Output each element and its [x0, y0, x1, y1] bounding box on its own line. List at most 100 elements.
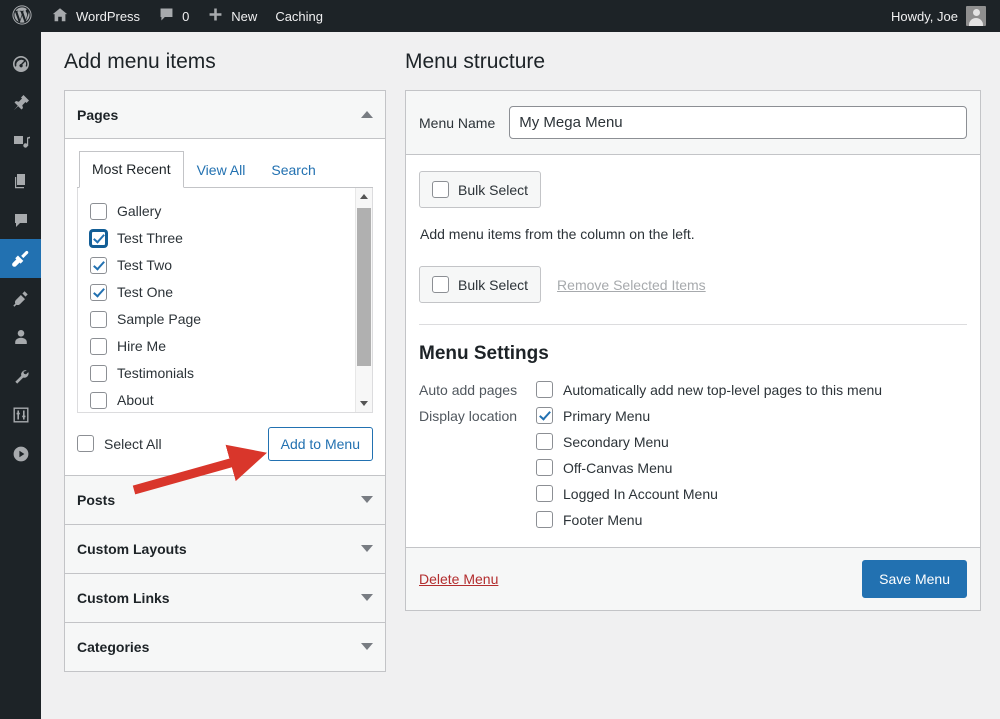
auto-add-pages-row: Auto add pages Automatically add new top…: [419, 381, 967, 399]
location-checkbox-off-canvas[interactable]: [536, 459, 553, 477]
delete-menu-link[interactable]: Delete Menu: [419, 571, 498, 587]
page-checkbox-about[interactable]: [90, 391, 107, 409]
remove-selected-items-link[interactable]: Remove Selected Items: [557, 277, 706, 293]
page-checkbox-testimonials[interactable]: [90, 364, 107, 382]
auto-add-pages-option[interactable]: Automatically add new top-level pages to…: [536, 381, 882, 399]
media-icon: [11, 132, 31, 152]
page-title-left: Add menu items: [64, 50, 216, 73]
sidebar-item-media[interactable]: [0, 122, 41, 161]
location-option-off-canvas[interactable]: Off-Canvas Menu: [536, 459, 718, 477]
chevron-down-icon[interactable]: [361, 496, 373, 504]
location-option-logged-in-account[interactable]: Logged In Account Menu: [536, 485, 718, 503]
select-all-checkbox[interactable]: [77, 435, 94, 453]
add-to-menu-button[interactable]: Add to Menu: [267, 426, 373, 461]
sidebar-item-plugins[interactable]: [0, 278, 41, 317]
scroll-up-icon: [360, 193, 368, 199]
bulk-select-top-button[interactable]: Bulk Select: [419, 171, 542, 209]
menu-name-row: Menu Name: [406, 91, 980, 156]
page-label: Test One: [117, 284, 174, 301]
empty-menu-hint: Add menu items from the column on the le…: [420, 226, 695, 243]
caching-menu[interactable]: Caching: [266, 0, 332, 32]
custom-layouts-panel-header[interactable]: Custom Layouts: [65, 524, 385, 573]
plus-icon: [207, 6, 224, 26]
location-checkbox-secondary[interactable]: [536, 433, 553, 451]
sidebar-item-comments[interactable]: [0, 200, 41, 239]
display-location-label: Display location: [419, 408, 518, 425]
menu-settings-title: Menu Settings: [419, 343, 549, 365]
tab-most-recent[interactable]: Most Recent: [79, 151, 184, 188]
scroll-down-button[interactable]: [356, 394, 372, 412]
home-icon: [51, 6, 69, 27]
location-option-footer[interactable]: Footer Menu: [536, 511, 718, 529]
site-name-label: WordPress: [76, 8, 141, 24]
sidebar-item-settings[interactable]: [0, 395, 41, 434]
admin-bar: WordPress 0 New Caching Howdy, Joe: [0, 0, 1000, 32]
display-location-row: Display location Primary Menu Secondary …: [419, 407, 967, 529]
custom-layouts-panel: Custom Layouts: [64, 523, 386, 574]
sidebar-item-pages[interactable]: [0, 161, 41, 200]
bulk-select-bottom-checkbox[interactable]: [432, 276, 449, 294]
pages-icon: [11, 171, 31, 191]
list-item[interactable]: Gallery: [78, 198, 372, 225]
sidebar-item-player[interactable]: [0, 434, 41, 473]
chevron-up-icon[interactable]: [361, 111, 373, 119]
categories-panel-title: Categories: [77, 638, 150, 655]
location-checkbox-footer[interactable]: [536, 511, 553, 529]
sidebar-item-posts[interactable]: [0, 83, 41, 122]
bulk-actions-row: Bulk Select Remove Selected Items: [419, 266, 967, 304]
tab-search[interactable]: Search: [258, 152, 328, 188]
wrench-icon: [11, 366, 31, 386]
page-checkbox-sample-page[interactable]: [90, 310, 107, 328]
categories-panel-header[interactable]: Categories: [65, 622, 385, 671]
page-checkbox-test-one[interactable]: [90, 283, 107, 301]
chevron-down-icon[interactable]: [361, 594, 373, 602]
custom-links-panel-header[interactable]: Custom Links: [65, 573, 385, 622]
scroll-up-button[interactable]: [356, 187, 372, 205]
auto-add-pages-checkbox[interactable]: [536, 381, 553, 399]
chevron-down-icon[interactable]: [361, 643, 373, 651]
list-item[interactable]: Test Three: [78, 225, 372, 252]
scrollbar-thumb[interactable]: [357, 207, 371, 366]
new-label: New: [231, 8, 258, 24]
location-label: Off-Canvas Menu: [563, 459, 673, 476]
page-checkbox-hire-me[interactable]: [90, 337, 107, 355]
location-label: Secondary Menu: [563, 433, 669, 450]
menu-name-input[interactable]: [509, 106, 967, 140]
list-item[interactable]: Sample Page: [78, 306, 372, 333]
page-checkbox-test-two[interactable]: [90, 256, 107, 274]
sidebar-item-dashboard[interactable]: [0, 44, 41, 83]
location-checkbox-logged-in-account[interactable]: [536, 485, 553, 503]
bulk-select-top-checkbox[interactable]: [432, 181, 449, 199]
add-menu-items-column: Add menu items Pages Most Recent View Al…: [64, 48, 386, 672]
chevron-down-icon[interactable]: [361, 545, 373, 553]
list-item[interactable]: Test Two: [78, 252, 372, 279]
list-item[interactable]: Hire Me: [78, 333, 372, 360]
sidebar-item-tools[interactable]: [0, 356, 41, 395]
tab-view-all[interactable]: View All: [184, 152, 259, 188]
list-item[interactable]: Test One: [78, 279, 372, 306]
pages-list-scrollbar[interactable]: [355, 187, 372, 412]
pages-panel-header[interactable]: Pages: [65, 91, 385, 140]
page-checkbox-test-three[interactable]: [90, 229, 107, 247]
auto-add-pages-label: Auto add pages: [419, 382, 518, 399]
bulk-select-bottom-button[interactable]: Bulk Select: [419, 266, 542, 304]
select-all-control[interactable]: Select All: [77, 435, 162, 453]
page-checkbox-gallery[interactable]: [90, 202, 107, 220]
list-item[interactable]: About: [78, 387, 372, 412]
location-checkbox-primary[interactable]: [536, 407, 553, 425]
location-option-primary[interactable]: Primary Menu: [536, 407, 718, 425]
posts-panel-header[interactable]: Posts: [65, 475, 385, 524]
location-option-secondary[interactable]: Secondary Menu: [536, 433, 718, 451]
page-label: Sample Page: [117, 311, 202, 328]
sidebar-item-users[interactable]: [0, 317, 41, 356]
new-content-menu[interactable]: New: [198, 0, 266, 32]
save-menu-button[interactable]: Save Menu: [862, 560, 967, 599]
sidebar-item-appearance[interactable]: [0, 239, 41, 278]
list-item[interactable]: Testimonials: [78, 360, 372, 387]
bulk-select-bottom-label: Bulk Select: [458, 276, 529, 293]
site-name-menu[interactable]: WordPress: [42, 0, 149, 32]
comments-menu[interactable]: 0: [149, 0, 198, 32]
page-title-right: Menu structure: [405, 50, 546, 73]
my-account-menu[interactable]: Howdy, Joe: [891, 6, 1000, 26]
wordpress-logo-button[interactable]: [0, 0, 42, 32]
